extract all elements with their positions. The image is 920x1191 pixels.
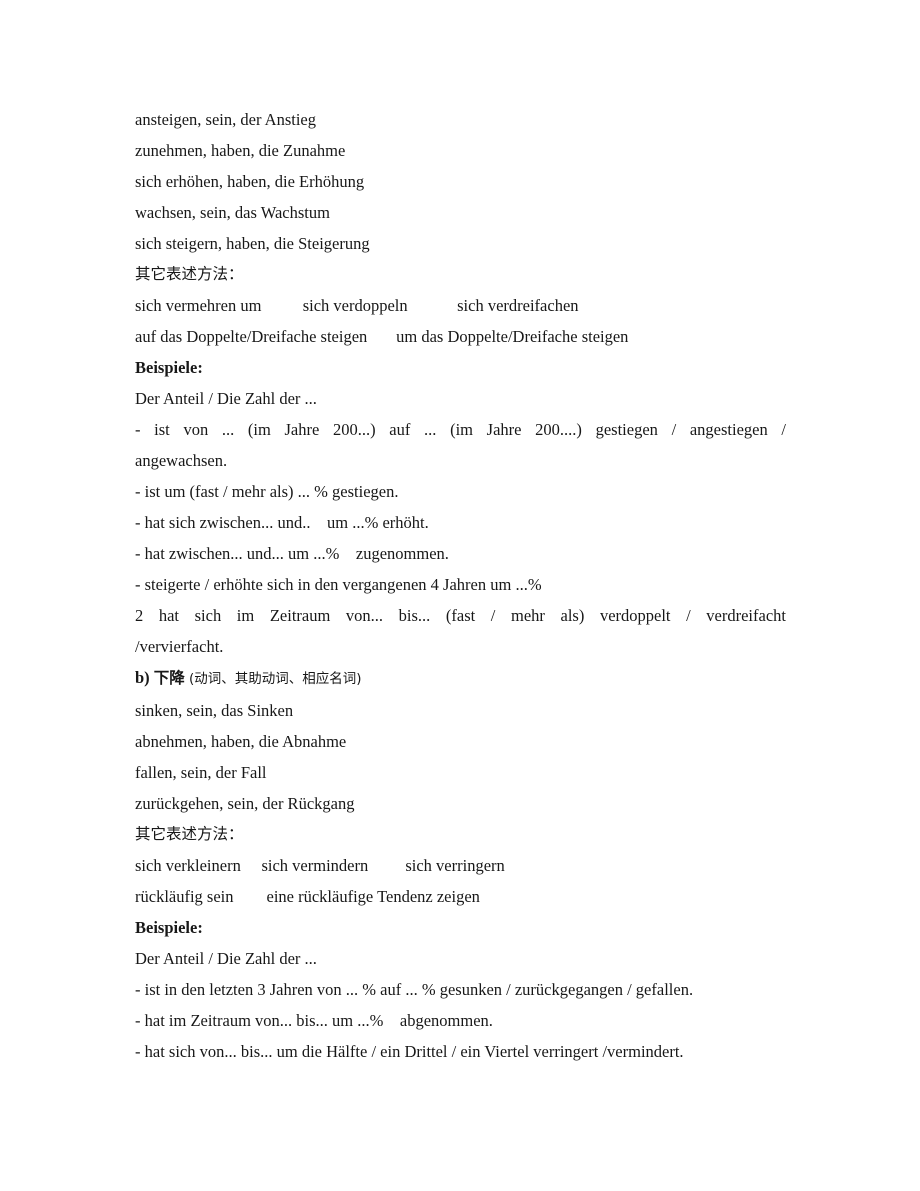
vocab-line: ansteigen, sein, der Anstieg <box>135 110 317 129</box>
section-b-title: 下降 <box>153 669 185 687</box>
other-expression-line: sich verkleinern sich vermindern sich ve… <box>135 856 505 875</box>
example-line: - ist um (fast / mehr als) ... % gestieg… <box>135 482 399 501</box>
document-text-column: ansteigen, sein, der Anstieg zunehmen, h… <box>135 104 786 1067</box>
document-page: ansteigen, sein, der Anstieg zunehmen, h… <box>0 0 920 1191</box>
vocab-line: zunehmen, haben, die Zunahme <box>135 141 346 160</box>
beispiele-heading: Beispiele: <box>135 918 203 937</box>
vocab-line: wachsen, sein, das Wachstum <box>135 203 330 222</box>
vocab-line: fallen, sein, der Fall <box>135 763 267 782</box>
section-b-marker: b) <box>135 668 150 687</box>
examples-lead: Der Anteil / Die Zahl der ... <box>135 389 317 408</box>
other-expression-line: rückläufig sein eine rückläufige Tendenz… <box>135 887 480 906</box>
example-line: - hat im Zeitraum von... bis... um ...% … <box>135 1011 493 1030</box>
example-paragraph-tail: angewachsen. <box>135 451 228 470</box>
example-line: - ist in den letzten 3 Jahren von ... % … <box>135 980 694 999</box>
example-paragraph-body: - ist von ... (im Jahre 200...) auf ... … <box>135 420 786 439</box>
vocab-line: sich steigern, haben, die Steigerung <box>135 234 370 253</box>
example-paragraph-tail: /vervierfacht. <box>135 637 224 656</box>
vocab-line: abnehmen, haben, die Abnahme <box>135 732 347 751</box>
beispiele-heading: Beispiele: <box>135 358 203 377</box>
other-expressions-heading: 其它表述方法： <box>135 265 244 283</box>
example-line: - hat sich von... bis... um die Hälfte /… <box>135 1042 684 1061</box>
vocab-line: zurückgehen, sein, der Rückgang <box>135 794 355 813</box>
example-paragraph-body: 2 hat sich im Zeitraum von... bis... (fa… <box>135 606 786 625</box>
example-paragraph-justified: - ist von ... (im Jahre 200...) auf ... … <box>135 414 786 476</box>
example-line: - steigerte / erhöhte sich in den vergan… <box>135 575 542 594</box>
example-line: - hat sich zwischen... und.. um ...% erh… <box>135 513 429 532</box>
other-expression-line: auf das Doppelte/Dreifache steigen um da… <box>135 327 629 346</box>
other-expression-line: sich vermehren um sich verdoppeln sich v… <box>135 296 579 315</box>
examples-lead: Der Anteil / Die Zahl der ... <box>135 949 317 968</box>
section-b-note: (动词、其助动词、相应名词) <box>188 671 362 687</box>
example-paragraph-justified: 2 hat sich im Zeitraum von... bis... (fa… <box>135 600 786 662</box>
other-expressions-heading: 其它表述方法： <box>135 825 244 843</box>
example-line: - hat zwischen... und... um ...% zugenom… <box>135 544 449 563</box>
vocab-line: sinken, sein, das Sinken <box>135 701 294 720</box>
section-b-heading: b) 下降 (动词、其助动词、相应名词) <box>135 662 786 695</box>
vocab-line: sich erhöhen, haben, die Erhöhung <box>135 172 365 191</box>
